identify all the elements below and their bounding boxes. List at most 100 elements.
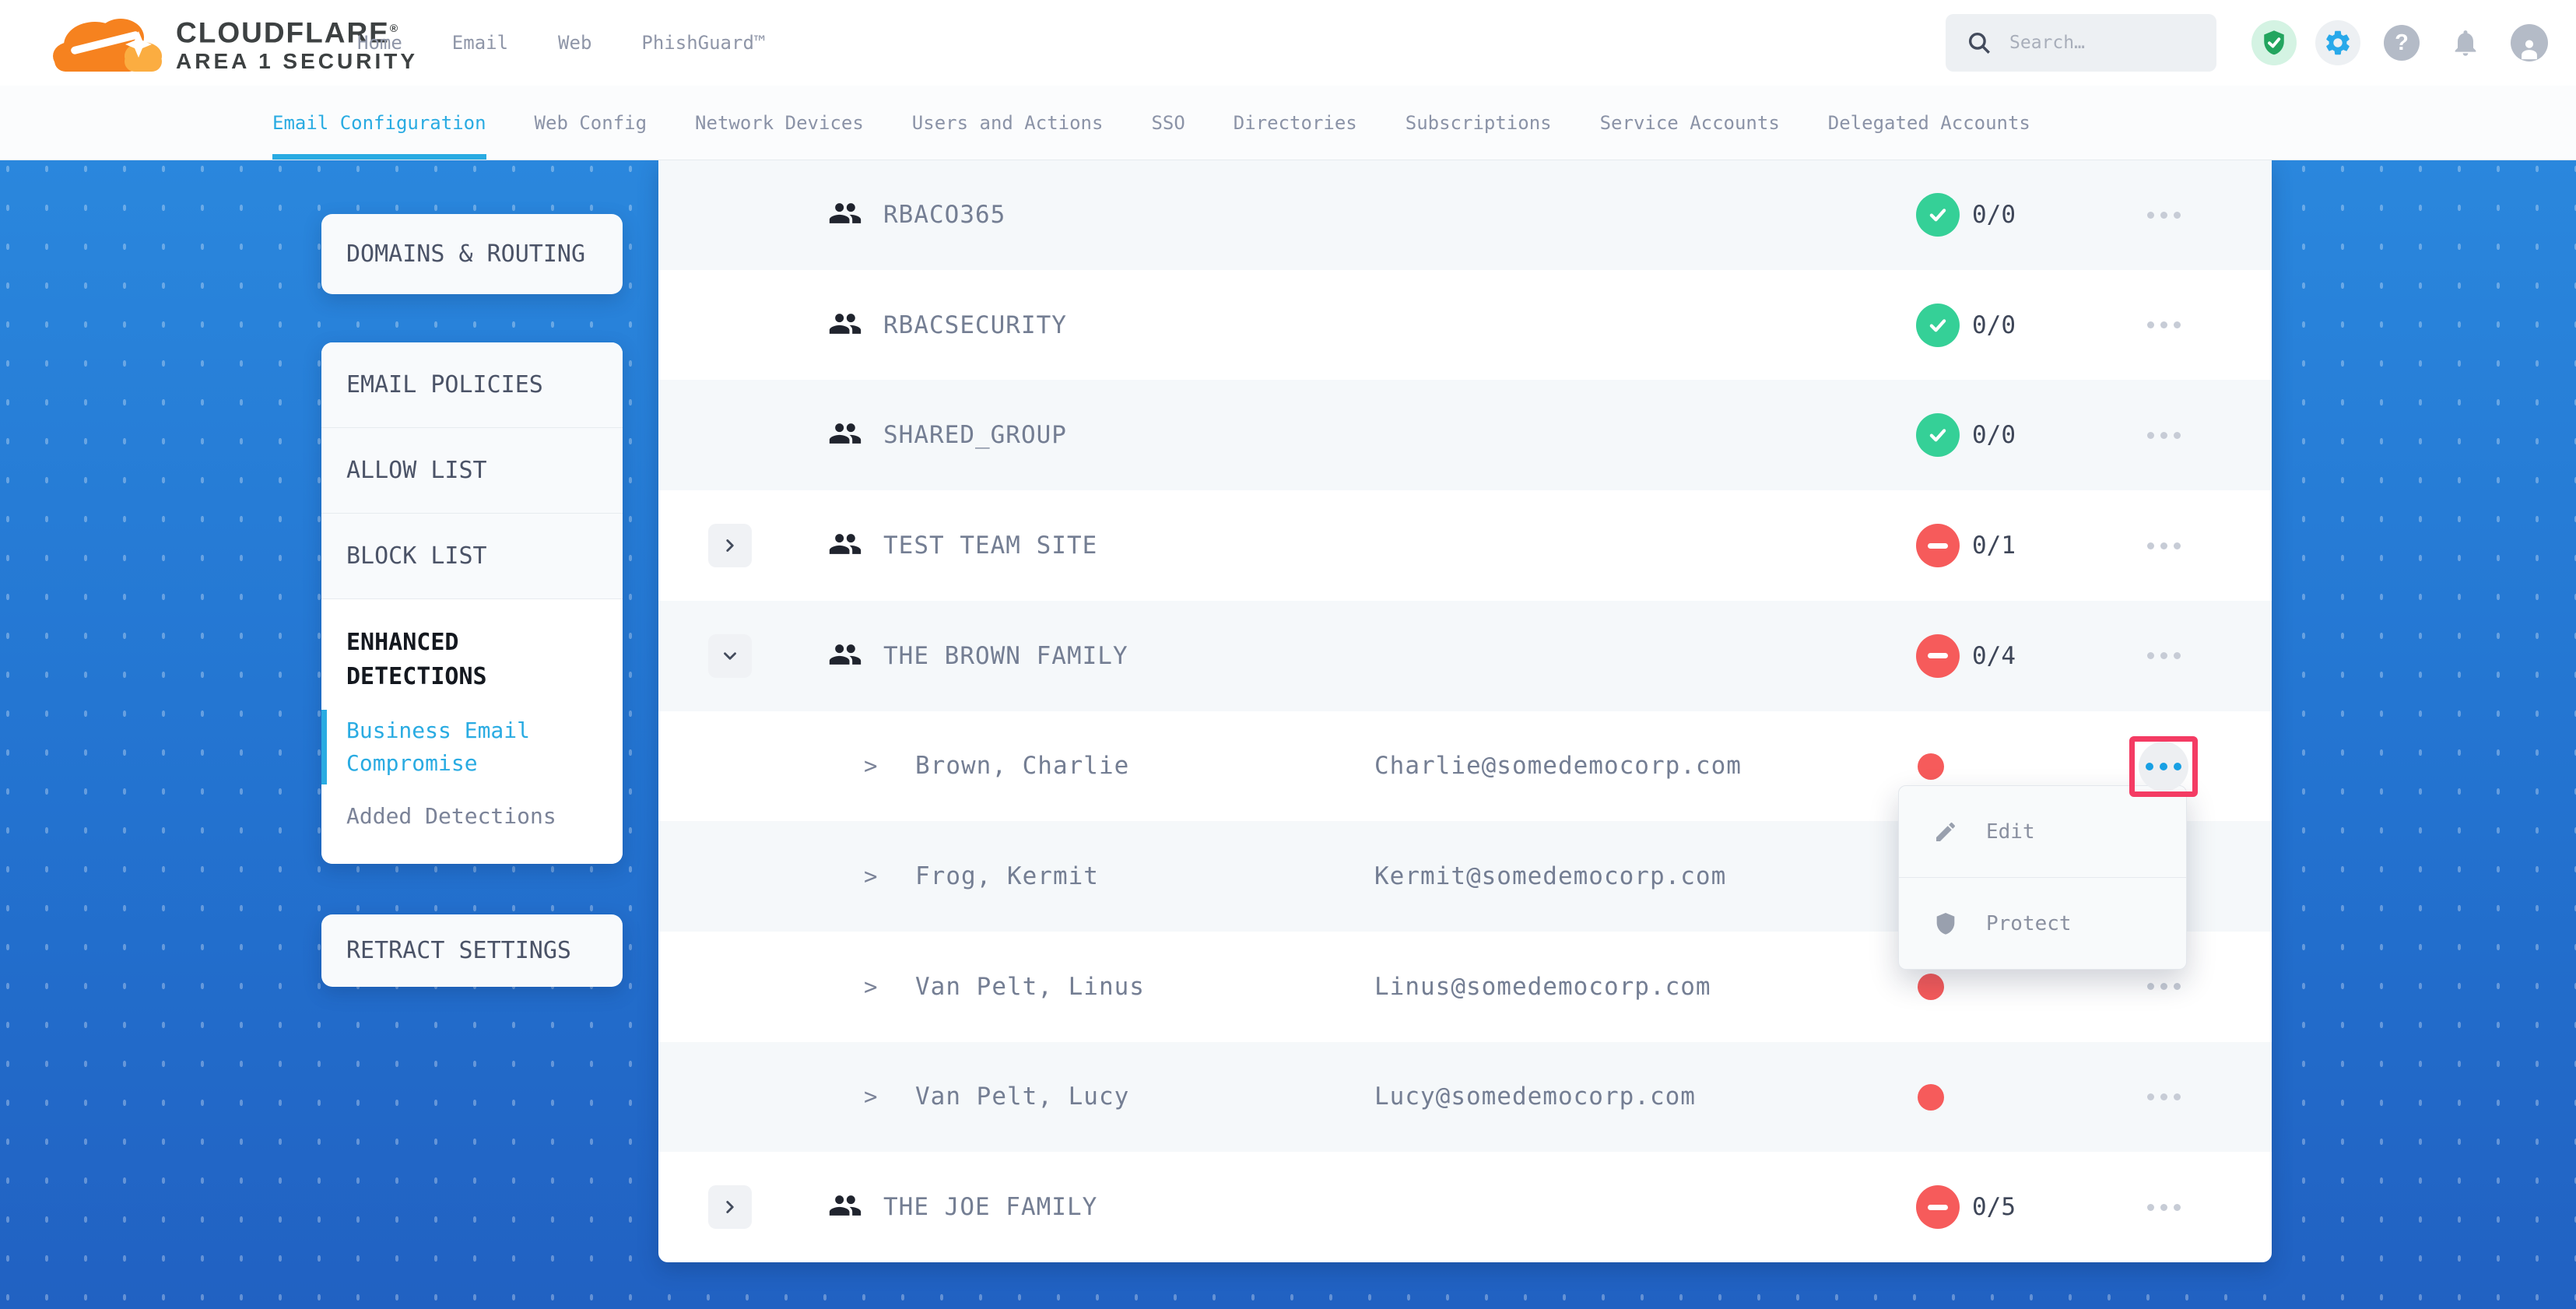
kebab-dots-icon (2139, 410, 2188, 460)
sidebar-enhanced-link[interactable]: Added Detections (346, 800, 580, 833)
section-tabs: Email Configuration Web Config Network Dev… (272, 86, 2030, 160)
status-count: 0/4 (1972, 642, 2016, 670)
kebab-menu-button[interactable] (2129, 736, 2198, 797)
kebab-menu-button[interactable] (2129, 515, 2198, 576)
minus-icon (1928, 653, 1948, 658)
expander-button[interactable] (708, 1185, 752, 1229)
chevron-icon (720, 535, 740, 556)
shield-icon (1933, 911, 1958, 936)
sidebar-item-retract-settings[interactable]: RETRACT SETTINGS (321, 914, 623, 987)
status-badge (1916, 304, 1960, 347)
group-icon (828, 1188, 862, 1226)
table-row[interactable]: RBACSECURITY 0/0 (658, 270, 2272, 381)
context-menu-item[interactable]: Protect (1899, 877, 2186, 969)
minus-icon (1928, 1205, 1948, 1210)
section-tabs-bar: Email Configuration Web Config Network Dev… (0, 86, 2576, 160)
status-badge (1916, 524, 1960, 567)
top-nav-item[interactable]: PhishGuard™ (641, 32, 765, 54)
row-name: THE BROWN FAMILY (883, 642, 1128, 670)
context-menu-label: Edit (1986, 820, 2035, 844)
group-icon (828, 637, 862, 675)
member-chevron-icon: > (864, 974, 877, 1000)
sidebar-policy-item[interactable]: ALLOW LIST (321, 428, 623, 514)
kebab-menu-button[interactable] (2129, 626, 2198, 686)
kebab-dots-icon (2139, 631, 2188, 681)
kebab-menu-button[interactable] (2129, 1177, 2198, 1237)
section-tab[interactable]: Web Config (535, 86, 648, 160)
kebab-dots-icon (2139, 742, 2188, 791)
row-name: THE JOE FAMILY (883, 1193, 1097, 1221)
groups-table: RBACO365 0/0 (658, 160, 2272, 1262)
kebab-menu-button[interactable] (2129, 184, 2198, 245)
help-icon[interactable]: ? (2379, 20, 2424, 65)
status-badge (1916, 413, 1960, 457)
section-tab[interactable]: Users and Actions (912, 86, 1104, 160)
row-email: Linus@somedemocorp.com (1374, 973, 1711, 1001)
expander-button[interactable] (708, 524, 752, 567)
row-name: Van Pelt, Lucy (915, 1083, 1129, 1111)
table-row[interactable]: RBACO365 0/0 (658, 160, 2272, 270)
sidebar-item-domains-routing[interactable]: DOMAINS & ROUTING (321, 214, 623, 294)
row-email: Charlie@somedemocorp.com (1374, 752, 1742, 780)
bell-icon[interactable] (2443, 20, 2488, 65)
sidebar-policy-items: EMAIL POLICIESALLOW LISTBLOCK LIST (321, 342, 623, 599)
kebab-dots-icon (2139, 1182, 2188, 1232)
search-input[interactable] (2008, 32, 2182, 54)
section-tab[interactable]: Directories (1234, 86, 1357, 160)
row-name: Frog, Kermit (915, 862, 1099, 890)
group-icon (828, 196, 862, 233)
row-name: RBACSECURITY (883, 311, 1067, 339)
kebab-dots-icon (2139, 521, 2188, 570)
status-count: 0/5 (1972, 1193, 2016, 1221)
section-tab[interactable]: SSO (1151, 86, 1184, 160)
top-nav-item[interactable]: Web (558, 32, 591, 54)
sidebar-policies-card: EMAIL POLICIESALLOW LISTBLOCK LIST ENHAN… (321, 342, 623, 864)
status-dot (1918, 974, 1944, 1000)
status-badge (1916, 1185, 1960, 1229)
expander-button[interactable] (708, 634, 752, 678)
sidebar-policy-item[interactable]: BLOCK LIST (321, 514, 623, 599)
section-tab[interactable]: Network Devices (695, 86, 864, 160)
top-nav-item[interactable]: Email (452, 32, 508, 54)
table-row[interactable]: THE JOE FAMILY 0/5 (658, 1152, 2272, 1262)
top-nav-item[interactable]: Home (357, 32, 402, 54)
app-screen: CLOUDFLARE® AREA 1 SECURITY HomeEmailWeb… (0, 0, 2576, 1309)
user-icon[interactable] (2507, 20, 2552, 65)
sidebar-policy-item[interactable]: EMAIL POLICIES (321, 342, 623, 428)
section-tab[interactable]: Subscriptions (1406, 86, 1552, 160)
section-tab[interactable]: Email Configuration (272, 86, 486, 160)
status-count: 0/0 (1972, 421, 2016, 449)
kebab-menu-button[interactable] (2129, 405, 2198, 465)
table-row[interactable]: TEST TEAM SITE 0/1 (658, 490, 2272, 601)
pencil-icon (1933, 819, 1958, 844)
minus-icon (1928, 543, 1948, 549)
cloudflare-cloud-icon (47, 5, 171, 82)
group-icon (828, 416, 862, 454)
kebab-menu-button[interactable] (2129, 1067, 2198, 1128)
gear-icon[interactable] (2315, 20, 2360, 65)
row-name: Brown, Charlie (915, 752, 1129, 780)
section-tab[interactable]: Service Accounts (1600, 86, 1780, 160)
header-icons: ? (2251, 0, 2552, 86)
member-chevron-icon: > (864, 1083, 877, 1110)
shield-check-icon[interactable] (2251, 20, 2297, 65)
table-row[interactable]: > Van Pelt, Lucy Lucy@somedemocorp.com (658, 1042, 2272, 1153)
context-menu-item[interactable]: Edit (1899, 786, 2186, 877)
table-row[interactable]: THE BROWN FAMILY 0/4 (658, 601, 2272, 711)
row-name: SHARED_GROUP (883, 421, 1067, 449)
member-chevron-icon: > (864, 863, 877, 890)
top-nav: Home Email Web PhishGuard™ (357, 0, 765, 86)
member-chevron-icon: > (864, 753, 877, 779)
status-badge (1916, 193, 1960, 237)
section-tab[interactable]: Delegated Accounts (1828, 86, 2030, 160)
kebab-dots-icon (2139, 1072, 2188, 1122)
check-icon (1926, 314, 1950, 337)
row-name: Van Pelt, Linus (915, 973, 1145, 1001)
kebab-dots-icon (2139, 190, 2188, 240)
group-icon (828, 307, 862, 344)
check-icon (1926, 423, 1950, 447)
search-icon (1966, 30, 1992, 56)
table-row[interactable]: SHARED_GROUP 0/0 (658, 380, 2272, 490)
sidebar-enhanced-link[interactable]: Business Email Compromise (346, 714, 580, 780)
kebab-menu-button[interactable] (2129, 295, 2198, 356)
